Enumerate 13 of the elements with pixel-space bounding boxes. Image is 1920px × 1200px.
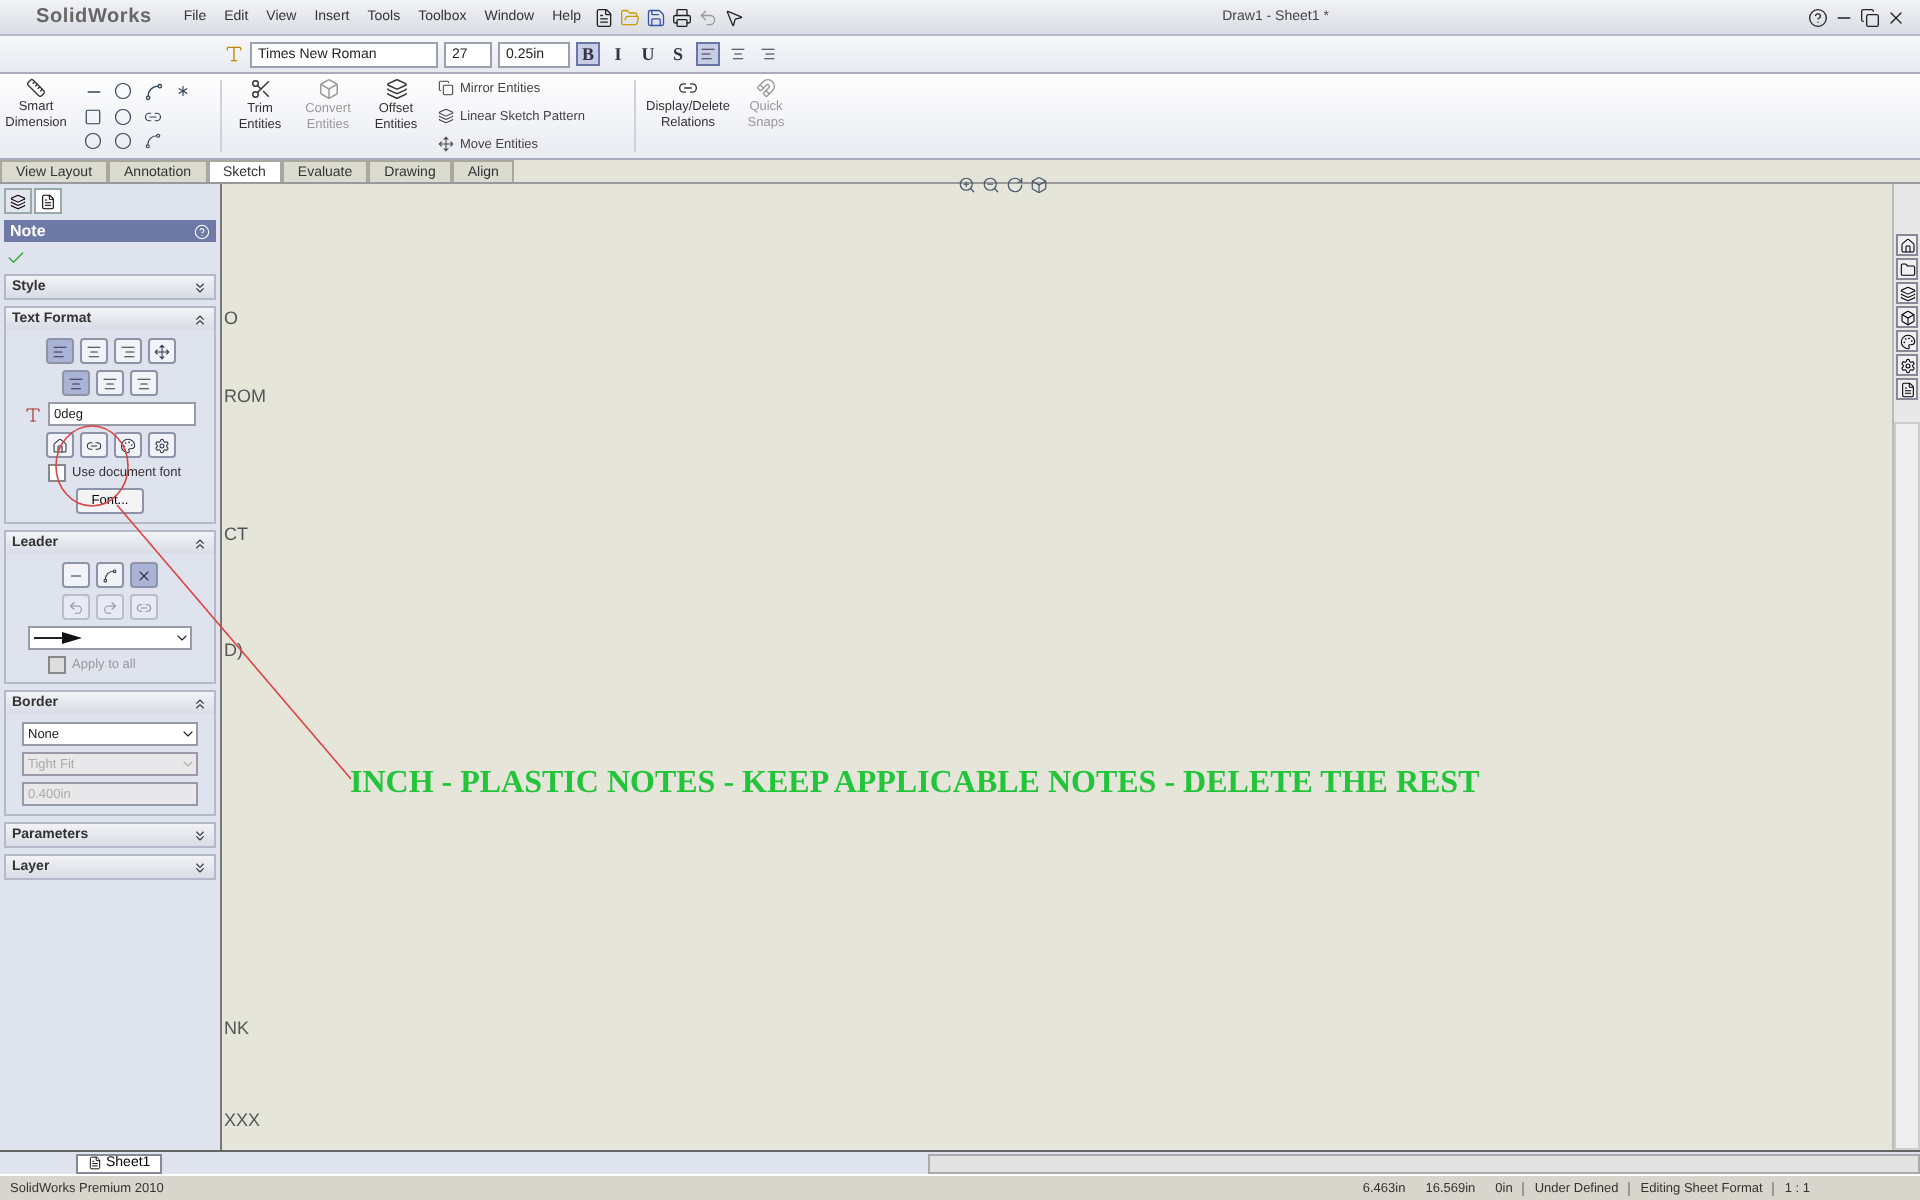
text-style-button[interactable]: I [606, 42, 630, 66]
drawing-text: O [224, 308, 239, 328]
drawing-text: XXX [224, 1110, 261, 1130]
text-style-button[interactable]: U [636, 42, 660, 66]
drawing-text: NK [224, 1018, 250, 1038]
drawing-text: ROM [224, 386, 266, 406]
note-text: INCH - PLASTIC NOTES - KEEP APPLICABLE NOTES - DELETE THE REST [350, 766, 1480, 802]
drawing-text: D) [224, 640, 243, 660]
panel-title: Note [10, 222, 46, 240]
text-style-button[interactable]: B [576, 42, 600, 66]
app-logo: SolidWorks [34, 6, 154, 28]
text-style-button[interactable]: S [666, 42, 690, 66]
drawing-text: CT [224, 524, 248, 544]
